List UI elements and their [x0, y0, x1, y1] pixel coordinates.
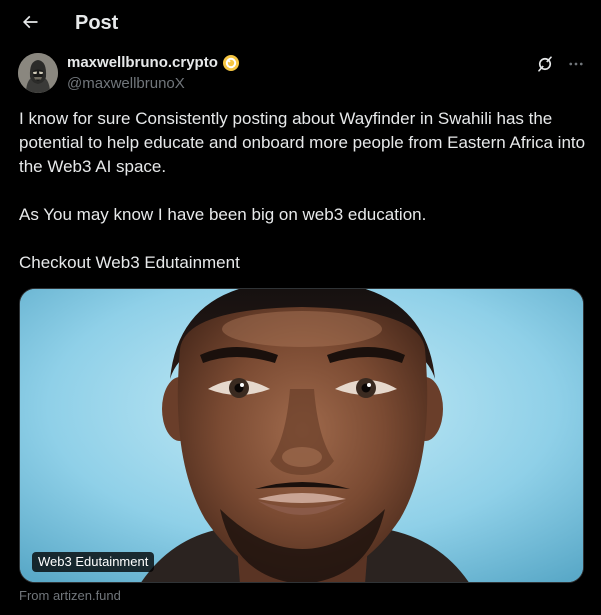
link-card[interactable]: Web3 Edutainment	[19, 288, 584, 583]
page-title: Post	[75, 12, 119, 34]
tweet-text: I know for sure Consistently posting abo…	[19, 107, 589, 275]
back-button[interactable]	[14, 8, 46, 40]
card-image	[20, 289, 583, 582]
post-header: Post	[0, 0, 601, 48]
arrow-left-icon	[20, 12, 40, 37]
tweet-paragraph: As You may know I have been big on web3 …	[19, 205, 427, 224]
author-handle[interactable]: @maxwellbrunoX	[67, 74, 185, 94]
card-label: Web3 Edutainment	[32, 552, 155, 572]
more-options-button[interactable]	[565, 55, 587, 77]
verified-badge-icon	[222, 55, 239, 71]
author-display-name[interactable]: maxwellbruno.crypto	[67, 53, 218, 73]
more-horizontal-icon	[567, 55, 585, 78]
card-source-link[interactable]: From artizen.fund	[19, 588, 121, 604]
tweet-paragraph: Checkout Web3 Edutainment	[19, 253, 240, 272]
avatar[interactable]	[18, 53, 58, 93]
grok-icon	[536, 55, 554, 78]
grok-button[interactable]	[534, 55, 556, 77]
tweet-paragraph: I know for sure Consistently posting abo…	[19, 109, 586, 176]
author-name-row: maxwellbruno.crypto	[67, 53, 239, 73]
